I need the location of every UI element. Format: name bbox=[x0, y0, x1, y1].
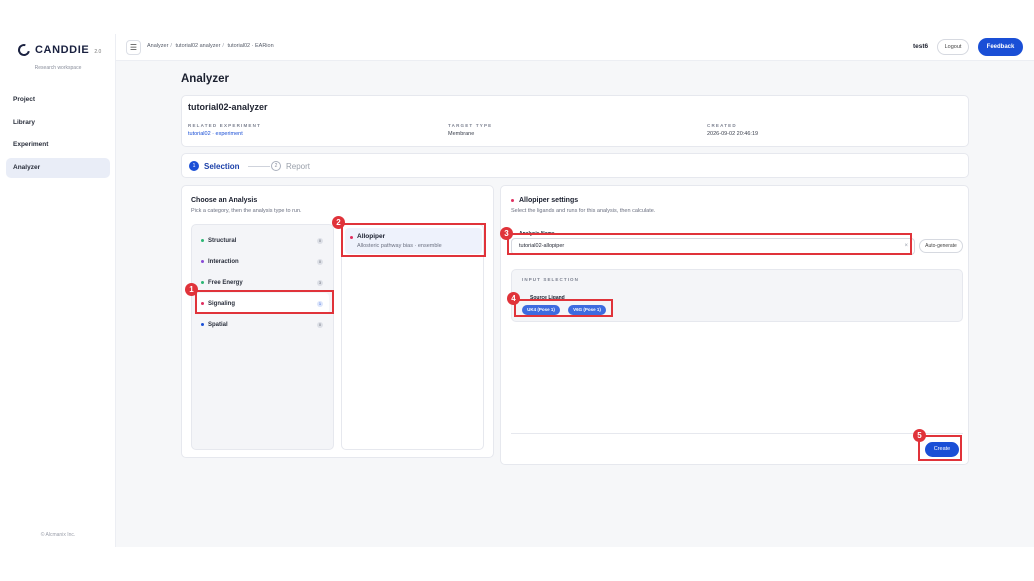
breadcrumb-separator: / bbox=[170, 43, 172, 49]
step-marker: 2 bbox=[332, 216, 345, 229]
choose-analysis-title: Choose an Analysis bbox=[191, 197, 258, 204]
step-marker: 3 bbox=[500, 227, 513, 240]
step-number: 1 bbox=[189, 161, 199, 171]
topbar: ☰ Analyzer / tutorial02 analyzer / tutoria… bbox=[116, 34, 1034, 61]
input-selection-panel: INPUT SELECTION Source Ligand UK4 (Pose … bbox=[511, 269, 963, 322]
sidebar-item-project[interactable]: Project bbox=[6, 90, 110, 110]
sidebar-item-experiment[interactable]: Experiment bbox=[6, 135, 110, 155]
created: CREATED 2026-09-02 20:46:19 bbox=[707, 123, 758, 137]
settings-dot bbox=[511, 199, 514, 202]
step-label: Report bbox=[286, 161, 311, 171]
brand-subtitle: Research workspace bbox=[34, 65, 82, 71]
analysis-type-list: Allopiper Allosteric pathway bias · ense… bbox=[341, 224, 484, 450]
category-count: 1 bbox=[317, 300, 323, 307]
category-label: Spatial bbox=[208, 321, 228, 328]
hamburger-icon: ☰ bbox=[129, 43, 138, 52]
step-connector bbox=[248, 166, 270, 167]
analysis-name-value: tutorial02-allopiper bbox=[519, 243, 565, 249]
category-label: Free Energy bbox=[208, 279, 243, 286]
sidebar: CANDDIE 2.0 Research workspace Project L… bbox=[0, 34, 116, 547]
logout-button[interactable]: Logout bbox=[937, 39, 969, 55]
menu-toggle-button[interactable]: ☰ bbox=[126, 40, 141, 55]
allopiper-settings-card: Allopiper settings Select the ligands an… bbox=[500, 185, 969, 465]
category-spatial[interactable]: Spatial 0 bbox=[196, 314, 329, 335]
input-selection-title: INPUT SELECTION bbox=[522, 277, 580, 282]
username: test6 bbox=[913, 43, 929, 50]
brand-version: 2.0 bbox=[94, 49, 102, 55]
category-free-energy[interactable]: Free Energy 3 bbox=[196, 272, 329, 293]
page-title: Analyzer bbox=[181, 73, 229, 85]
main-content: Analyzer tutorial02-analyzer RELATED EXP… bbox=[116, 61, 1034, 547]
step-marker: 4 bbox=[507, 292, 520, 305]
step-report[interactable]: 2 Report bbox=[271, 161, 310, 171]
ligand-chip[interactable]: UK4 (Pose 1) bbox=[522, 305, 560, 315]
category-structural[interactable]: Structural 0 bbox=[196, 230, 329, 251]
sidebar-nav: Project Library Experiment Analyzer bbox=[6, 90, 110, 180]
step-selection[interactable]: 1 Selection bbox=[189, 161, 240, 171]
category-dot bbox=[201, 281, 204, 284]
category-dot bbox=[201, 323, 204, 326]
breadcrumb-separator: / bbox=[222, 43, 224, 49]
analysis-name-label: Analysis Name bbox=[519, 231, 555, 237]
target-type-label: TARGET TYPE bbox=[448, 123, 493, 128]
analyzer-name: tutorial02-analyzer bbox=[188, 102, 268, 112]
stepper: 1 Selection 2 Report bbox=[181, 153, 969, 178]
target-type: TARGET TYPE Membrane bbox=[448, 123, 492, 137]
create-button[interactable]: Create bbox=[925, 442, 959, 457]
feedback-button[interactable]: Feedback bbox=[978, 37, 1023, 56]
category-signaling[interactable]: Signaling 1 bbox=[196, 293, 329, 314]
category-count: 0 bbox=[317, 258, 323, 265]
analysis-type-subtitle: Allosteric pathway bias · ensemble bbox=[357, 243, 442, 249]
breadcrumb: Analyzer / tutorial02 analyzer / tutorial0… bbox=[147, 43, 276, 49]
analysis-name-input[interactable]: tutorial02-allopiper × bbox=[511, 238, 915, 255]
category-label: Signaling bbox=[208, 300, 235, 307]
related-experiment-link[interactable]: tutorial02 · experiment bbox=[188, 131, 261, 137]
category-dot bbox=[201, 302, 204, 305]
analysis-type-title: Allopiper bbox=[357, 233, 386, 240]
sidebar-item-analyzer[interactable]: Analyzer bbox=[6, 157, 110, 178]
related-experiment: RELATED EXPERIMENT tutorial02 · experime… bbox=[188, 123, 261, 137]
sidebar-item-library[interactable]: Library bbox=[6, 113, 110, 133]
brand-name: CANDDIE bbox=[35, 44, 90, 56]
analyzer-info-card: tutorial02-analyzer RELATED EXPERIMENT t… bbox=[181, 95, 969, 147]
breadcrumb-item[interactable]: tutorial02 analyzer bbox=[175, 43, 220, 49]
step-label: Selection bbox=[204, 161, 240, 171]
category-interaction[interactable]: Interaction 0 bbox=[196, 251, 329, 272]
step-marker: 5 bbox=[913, 429, 926, 442]
settings-title: Allopiper settings bbox=[519, 197, 579, 204]
step-marker: 1 bbox=[185, 283, 198, 296]
category-list: Structural 0 Interaction 0 Free Energy 3… bbox=[191, 224, 334, 450]
category-count: 0 bbox=[317, 321, 323, 328]
category-count: 3 bbox=[317, 279, 323, 286]
clear-icon[interactable]: × bbox=[904, 239, 908, 254]
canddie-logo-icon bbox=[15, 41, 33, 59]
related-experiment-label: RELATED EXPERIMENT bbox=[188, 123, 262, 128]
divider bbox=[511, 433, 963, 434]
source-ligand-label: Source Ligand bbox=[530, 295, 565, 301]
settings-subtitle: Select the ligands and runs for this ana… bbox=[511, 208, 656, 214]
created-value: 2026-09-02 20:46:19 bbox=[707, 131, 759, 137]
category-label: Structural bbox=[208, 237, 237, 244]
analysis-type-dot bbox=[350, 235, 353, 239]
category-label: Interaction bbox=[208, 258, 239, 265]
breadcrumb-item[interactable]: Analyzer bbox=[147, 43, 168, 49]
category-dot bbox=[201, 239, 204, 242]
target-type-value: Membrane bbox=[448, 131, 475, 137]
step-number: 2 bbox=[271, 161, 281, 171]
auto-generate-button[interactable]: Auto-generate bbox=[919, 239, 963, 253]
ligand-chip[interactable]: V6G (Pose 1) bbox=[568, 305, 606, 315]
copyright: © Alcmanix Inc. bbox=[40, 532, 76, 538]
created-label: CREATED bbox=[707, 123, 737, 128]
category-count: 0 bbox=[317, 237, 323, 244]
breadcrumb-item: tutorial02 · EARion bbox=[227, 43, 274, 49]
category-dot bbox=[201, 260, 204, 263]
analysis-type-allopiper[interactable]: Allopiper Allosteric pathway bias · ense… bbox=[345, 228, 482, 254]
choose-analysis-subtitle: Pick a category, then the analysis type … bbox=[191, 208, 302, 214]
brand-logo[interactable]: CANDDIE 2.0 bbox=[15, 41, 102, 59]
